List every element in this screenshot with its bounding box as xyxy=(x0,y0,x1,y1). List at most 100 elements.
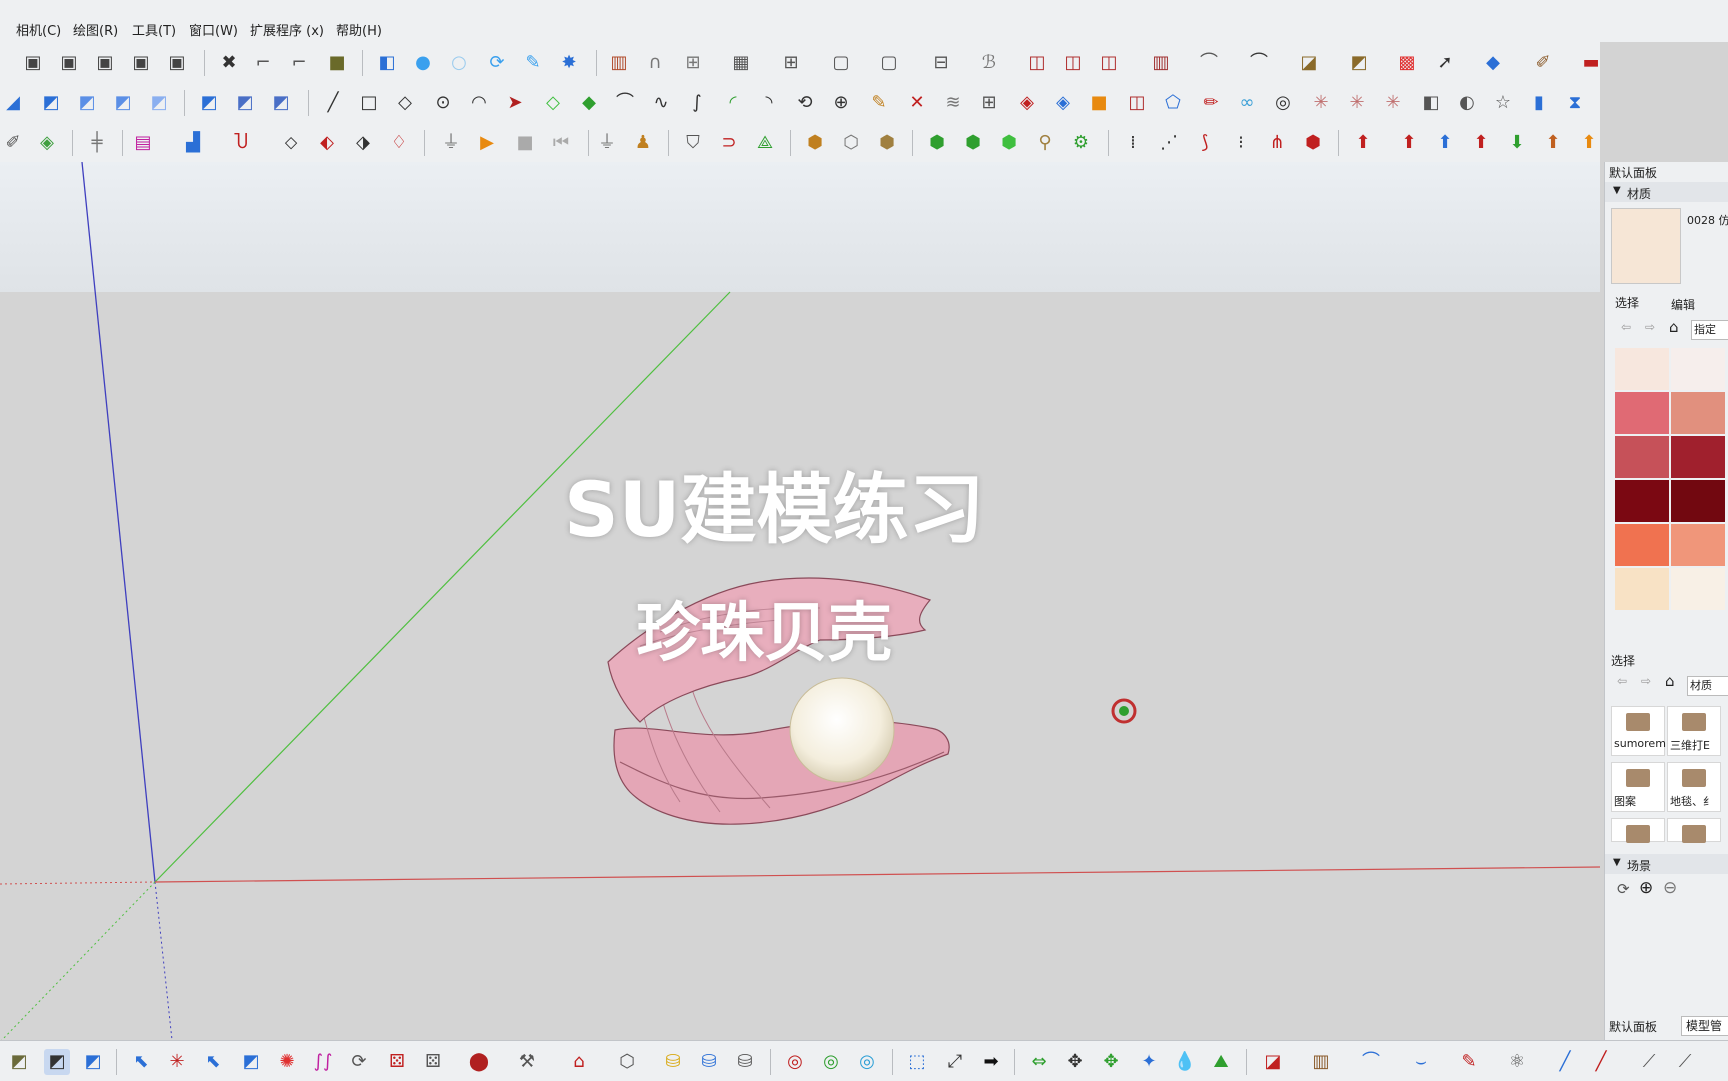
material-swatch[interactable] xyxy=(1671,524,1725,566)
material-swatch[interactable] xyxy=(1671,480,1725,522)
face-tool-4-icon[interactable]: ◩ xyxy=(146,90,172,116)
box-icon[interactable]: ■ xyxy=(324,50,350,76)
cube-beige-icon[interactable]: ⬢ xyxy=(874,130,900,156)
toggle-on-icon[interactable]: ● xyxy=(410,50,436,76)
tag-icon[interactable]: ◩ xyxy=(1346,50,1372,76)
house-pin-icon[interactable]: ⌂ xyxy=(566,1049,592,1075)
arc-icon[interactable]: ⌒ xyxy=(1246,50,1272,76)
face-tool-7-icon[interactable]: ◩ xyxy=(268,90,294,116)
collection-dropdown[interactable]: 指定 xyxy=(1691,320,1728,340)
face-tool-2-icon[interactable]: ◩ xyxy=(74,90,100,116)
toggle-off-icon[interactable]: ○ xyxy=(446,50,472,76)
model-viewport[interactable]: SU建模练习 珍珠贝壳 xyxy=(0,162,1600,1040)
frame-icon[interactable]: ▢ xyxy=(828,50,854,76)
dotted-arc-icon[interactable]: ◝ xyxy=(756,90,782,116)
add-scene-icon[interactable]: ⊕ xyxy=(1639,878,1653,898)
broom-icon[interactable]: ⚲ xyxy=(1032,130,1058,156)
pencil-icon[interactable]: ✎ xyxy=(866,90,892,116)
front-view-icon[interactable]: ▣ xyxy=(92,50,118,76)
tray-tab-model[interactable]: 模型管 xyxy=(1681,1016,1728,1036)
dotted-curve-icon[interactable]: ⁞ xyxy=(1120,130,1146,156)
circle-icon[interactable]: ⊙ xyxy=(430,90,456,116)
tray-tab-default[interactable]: 默认面板 xyxy=(1609,1018,1657,1035)
drop-icon[interactable]: 💧 xyxy=(1172,1049,1198,1075)
face-tool-6-icon[interactable]: ◩ xyxy=(232,90,258,116)
gear-icon[interactable]: ⚙ xyxy=(1068,130,1094,156)
materials-section-header[interactable]: ▼ 材质 xyxy=(1605,182,1728,202)
home-2-icon[interactable]: ⌂ xyxy=(1665,672,1675,690)
tab-edit[interactable]: 编辑 xyxy=(1671,296,1695,313)
top-view-icon[interactable]: ▣ xyxy=(56,50,82,76)
cursor-stair-icon[interactable]: ⌐ xyxy=(286,50,312,76)
push-r-icon[interactable]: ⬆ xyxy=(1468,130,1494,156)
measure-icon[interactable]: ⇔ xyxy=(1026,1049,1052,1075)
diamond-outline-icon[interactable]: ◇ xyxy=(540,90,566,116)
z-axis-icon[interactable]: ✦ xyxy=(1136,1049,1162,1075)
red-pencil-icon[interactable]: ✏ xyxy=(1198,90,1224,116)
bucket-yellow-icon[interactable]: ⛁ xyxy=(660,1049,686,1075)
menu-help[interactable]: 帮助(H) xyxy=(336,20,382,39)
arc-tool-icon[interactable]: ◠ xyxy=(466,90,492,116)
ruler-icon[interactable]: ≋ xyxy=(940,90,966,116)
material-folder[interactable] xyxy=(1611,818,1665,843)
wrench-icon[interactable]: ✖ xyxy=(216,50,242,76)
style-xray-icon[interactable]: ◩ xyxy=(6,1049,32,1075)
scatter-icon[interactable]: ✕ xyxy=(904,90,930,116)
pointer-icon[interactable]: ➚ xyxy=(1432,50,1458,76)
back-view-icon[interactable]: ▣ xyxy=(164,50,190,76)
material-swatch[interactable] xyxy=(1615,480,1669,522)
material-swatch[interactable] xyxy=(1671,348,1725,390)
section-a-icon[interactable]: ◫ xyxy=(1024,50,1050,76)
line-slash-icon[interactable]: ╱ xyxy=(1552,1049,1578,1075)
hook-curve-icon[interactable]: ⌣ xyxy=(1408,1049,1434,1075)
frame-grid-icon[interactable]: ⊞ xyxy=(778,50,804,76)
polyline-icon[interactable]: ∿ xyxy=(648,90,674,116)
red-box-icon[interactable]: ▬ xyxy=(1578,50,1604,76)
face-tool-5-icon[interactable]: ◩ xyxy=(196,90,222,116)
stair-icon[interactable]: ⌐ xyxy=(250,50,276,76)
tab-select[interactable]: 选择 xyxy=(1615,294,1639,311)
red-face-icon[interactable]: ◪ xyxy=(1260,1049,1286,1075)
funnel-icon[interactable]: ⏚ xyxy=(438,130,464,156)
refresh-icon[interactable]: ⟳ xyxy=(484,50,510,76)
material-swatch[interactable] xyxy=(1615,436,1669,478)
push-red-icon[interactable]: ⬆ xyxy=(1350,130,1376,156)
leaf-net-icon[interactable]: ⟁ xyxy=(752,130,778,156)
steps-icon[interactable]: ▟ xyxy=(180,130,206,156)
back-arrow-icon[interactable]: ⇦ xyxy=(1621,320,1631,334)
diamond-icon[interactable]: ◆ xyxy=(576,90,602,116)
grid-array-icon[interactable]: ⊞ xyxy=(976,90,1002,116)
red-diamond-icon[interactable]: ♢ xyxy=(386,130,412,156)
wavy-lines-icon[interactable]: ∫∫ xyxy=(310,1049,336,1075)
atom-icon[interactable]: ⚛ xyxy=(1504,1049,1530,1075)
hook-icon[interactable]: ⊃ xyxy=(716,130,742,156)
material-folder[interactable]: 图案 xyxy=(1611,762,1665,812)
star-burst-icon[interactable]: ✸ xyxy=(556,50,582,76)
hourglass-icon[interactable]: ⧗ xyxy=(1562,90,1588,116)
spiral-green-icon[interactable]: ◎ xyxy=(818,1049,844,1075)
zoom-extents-icon[interactable]: ⤢ xyxy=(942,1049,968,1075)
figure-icon[interactable]: ♟ xyxy=(630,130,656,156)
blue-bar-icon[interactable]: ▮ xyxy=(1526,90,1552,116)
arc-small-icon[interactable]: ⌒ xyxy=(1358,1049,1384,1075)
bolt-icon[interactable]: ⚒ xyxy=(514,1049,540,1075)
zigzag-icon[interactable]: ⋰ xyxy=(1156,130,1182,156)
scenes-section-header[interactable]: ▼ 场景 xyxy=(1605,854,1728,874)
select-box-icon[interactable]: ⬚ xyxy=(904,1049,930,1075)
spiral-red-icon[interactable]: ◎ xyxy=(782,1049,808,1075)
menu-window[interactable]: 窗口(W) xyxy=(189,20,238,39)
arch-door-icon[interactable]: ∩ xyxy=(642,50,668,76)
red-shape-icon[interactable]: ◈ xyxy=(1014,90,1040,116)
component-edit-icon[interactable]: ⬉ xyxy=(200,1049,226,1075)
half-square-icon[interactable]: ◧ xyxy=(1418,90,1444,116)
push-equal-icon[interactable]: ⬆ xyxy=(1396,130,1422,156)
seal-icon[interactable]: ⊟ xyxy=(928,50,954,76)
face-tool-1-icon[interactable]: ◩ xyxy=(38,90,64,116)
material-folder[interactable] xyxy=(1667,818,1721,843)
dots-curve-icon[interactable]: ⁝ xyxy=(1228,130,1254,156)
green-arc-icon[interactable]: ◜ xyxy=(720,90,746,116)
star-net-2-icon[interactable]: ✳ xyxy=(1344,90,1370,116)
menu-camera[interactable]: 相机(C) xyxy=(16,20,61,39)
bucket-grey-icon[interactable]: ⛁ xyxy=(732,1049,758,1075)
blue-shape-icon[interactable]: ◈ xyxy=(1050,90,1076,116)
